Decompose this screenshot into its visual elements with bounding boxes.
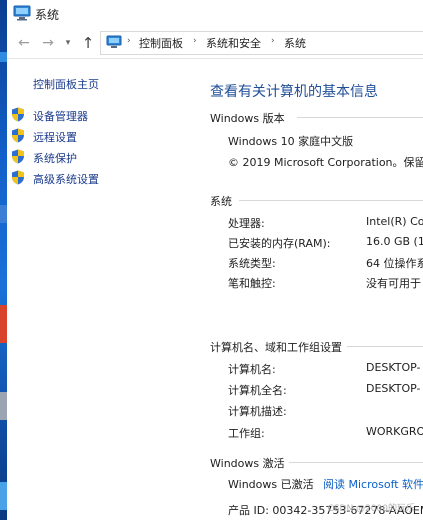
workgroup-label: 工作组: <box>228 427 265 440</box>
navigation-bar: ← → ▾ ↑ › 控制面板 › 系统和安全 › 系统 <box>7 28 423 59</box>
activation-status: Windows 已激活 <box>228 478 314 491</box>
system-window: 系统 ← → ▾ ↑ › 控制面板 › 系统和安全 › 系统 控制面板主页 设备… <box>7 0 423 520</box>
processor-value: Intel(R) Co <box>366 215 423 228</box>
breadcrumb-separator-icon: › <box>193 36 197 46</box>
desktop-icon[interactable] <box>0 392 7 420</box>
pen-touch-label: 笔和触控: <box>228 277 276 290</box>
divider <box>297 117 423 118</box>
breadcrumb-control-panel[interactable]: 控制面板 <box>139 35 183 51</box>
license-terms-link[interactable]: 阅读 Microsoft 软件 <box>323 476 423 492</box>
full-computer-name-value: DESKTOP- <box>366 382 421 395</box>
page-title: 查看有关计算机的基本信息 <box>210 84 378 100</box>
window-title: 系统 <box>35 8 60 22</box>
computer-description-label: 计算机描述: <box>228 405 287 418</box>
activation-heading: Windows 激活 <box>210 457 285 470</box>
sidebar-item-label: 系统保护 <box>33 152 77 165</box>
computer-name-value: DESKTOP- <box>366 361 421 374</box>
ram-value: 16.0 GB (1 <box>366 235 423 248</box>
shield-icon <box>12 128 24 143</box>
back-button[interactable]: ← <box>15 34 33 52</box>
address-bar[interactable]: › 控制面板 › 系统和安全 › 系统 <box>100 31 423 55</box>
sidebar-item-label: 远程设置 <box>33 131 77 144</box>
full-computer-name-label: 计算机全名: <box>228 384 287 397</box>
sidebar: 控制面板主页 设备管理器 远程设置 系统保护 高级系统设置 <box>7 59 197 520</box>
up-button[interactable]: ↑ <box>79 34 97 52</box>
desktop-icon[interactable] <box>0 482 7 510</box>
breadcrumb-separator-icon: › <box>127 36 131 46</box>
shield-icon <box>12 170 24 185</box>
computer-icon <box>13 5 31 21</box>
divider <box>347 346 423 347</box>
sidebar-item-label: 设备管理器 <box>33 110 88 123</box>
system-type-label: 系统类型: <box>228 257 276 270</box>
edition-heading: Windows 版本 <box>210 112 285 125</box>
recent-locations-dropdown[interactable]: ▾ <box>59 34 77 52</box>
sidebar-home-link[interactable]: 控制面板主页 <box>33 76 99 92</box>
shield-icon <box>12 149 24 164</box>
watermark: CSDN @2000的玩乐 <box>327 504 415 514</box>
ram-label: 已安装的内存(RAM): <box>228 237 331 250</box>
system-type-value: 64 位操作系 <box>366 257 423 270</box>
sidebar-item-label: 高级系统设置 <box>33 173 99 186</box>
divider <box>239 200 423 201</box>
pen-touch-value: 没有可用于 <box>366 277 421 290</box>
desktop-icon[interactable] <box>0 52 7 62</box>
divider <box>289 462 423 463</box>
workgroup-value: WORKGRO <box>366 425 423 438</box>
desktop-icon[interactable] <box>0 205 7 223</box>
copyright-text: © 2019 Microsoft Corporation。保留 <box>228 156 423 169</box>
processor-label: 处理器: <box>228 217 265 230</box>
desktop-background <box>0 0 7 520</box>
forward-button[interactable]: → <box>39 34 57 52</box>
computer-name-heading: 计算机名、域和工作组设置 <box>210 341 342 354</box>
title-bar[interactable]: 系统 <box>7 0 423 28</box>
control-panel-icon <box>106 35 122 48</box>
breadcrumb-system-security[interactable]: 系统和安全 <box>206 35 261 51</box>
breadcrumb-separator-icon: › <box>271 36 275 46</box>
shield-icon <box>12 107 24 122</box>
computer-name-label: 计算机名: <box>228 363 276 376</box>
breadcrumb-system[interactable]: 系统 <box>284 35 306 51</box>
system-heading: 系统 <box>210 195 232 208</box>
desktop-icon[interactable] <box>0 305 7 343</box>
edition-name: Windows 10 家庭中文版 <box>228 135 354 148</box>
